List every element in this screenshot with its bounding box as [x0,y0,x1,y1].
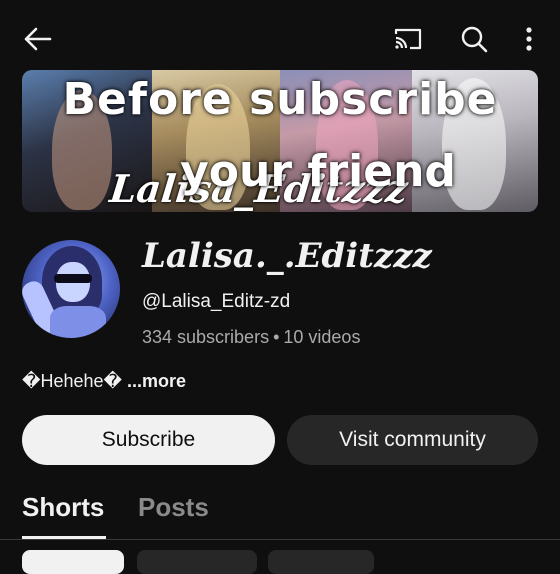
tab-posts[interactable]: Posts [138,492,209,523]
subscribe-button[interactable]: Subscribe [22,415,275,465]
description-text: �Hehehe� [22,371,122,391]
filter-chip[interactable] [137,550,257,574]
visit-community-button[interactable]: Visit community [287,415,538,465]
channel-handle: @Lalisa_Editz-zd [142,291,291,312]
more-vertical-icon[interactable] [512,22,546,56]
filter-chip[interactable] [268,550,374,574]
top-app-bar [0,0,560,76]
tabs-divider [0,539,560,540]
channel-name: Lalisa._.Editzzz [142,236,432,276]
channel-avatar[interactable] [22,240,120,338]
subscriber-count: 334 subscribers [142,327,270,347]
description-more-link[interactable]: ...more [127,371,186,391]
channel-banner: Before subscribe Lalisa_Editzzz your fri… [22,70,538,212]
filter-chip[interactable] [22,550,124,574]
channel-description[interactable]: �Hehehe� ...more [22,371,186,392]
cast-icon[interactable] [388,22,428,56]
arrow-left-icon[interactable] [18,22,58,56]
stats-separator: • [273,327,280,347]
channel-tabs: Shorts Posts [0,486,560,540]
search-icon[interactable] [454,22,494,56]
banner-caption-line-2: your friend [180,146,456,197]
video-count: 10 videos [283,327,361,347]
tab-shorts[interactable]: Shorts [22,492,104,523]
channel-stats: 334 subscribers • 10 videos [142,327,360,348]
banner-caption-line-1: Before subscribe [62,74,498,125]
